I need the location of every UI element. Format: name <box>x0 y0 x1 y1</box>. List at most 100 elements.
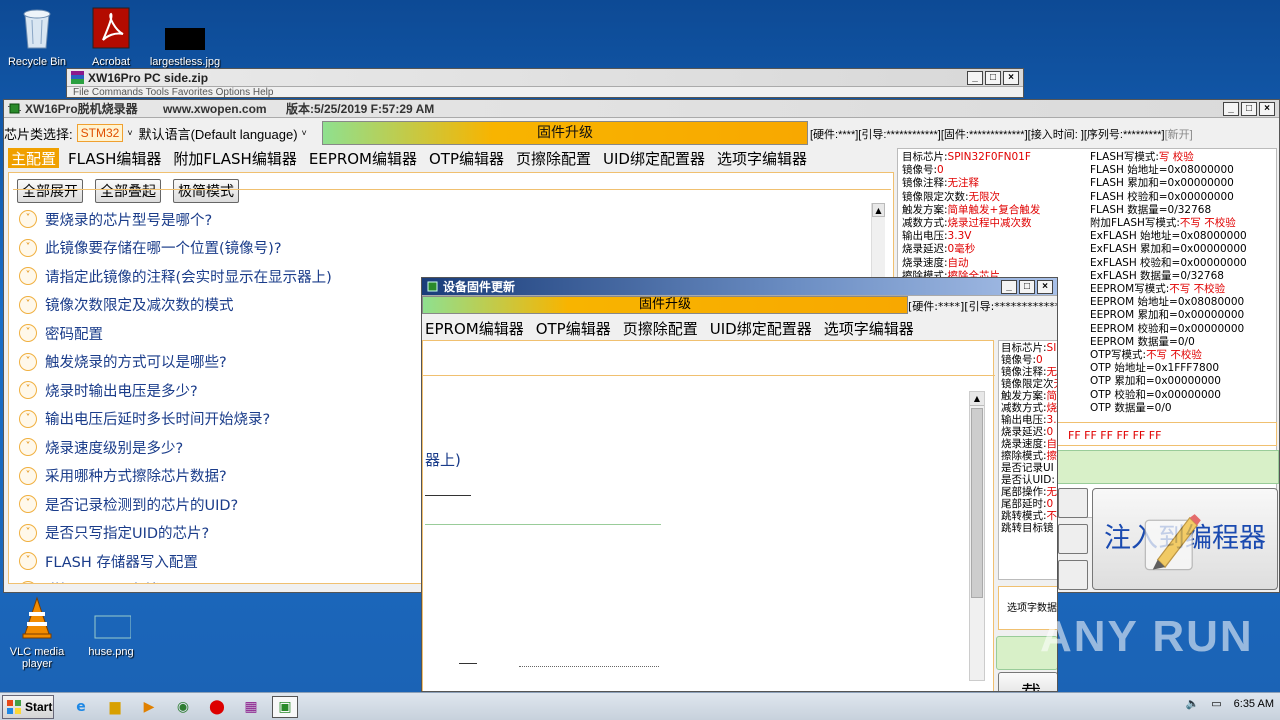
start-button[interactable]: Start <box>2 694 54 719</box>
scroll-up-arrow-icon[interactable]: ▲ <box>970 392 984 406</box>
taskbar-ie[interactable]: e <box>68 696 94 718</box>
network-icon[interactable]: ▭ <box>1211 697 1221 710</box>
summary-key: FLASH 数据量=0/32768 <box>1090 203 1212 216</box>
scrollbar-thumb[interactable] <box>971 408 983 598</box>
taskbar-chrome[interactable]: ◉ <box>170 696 196 718</box>
tab-option-bytes[interactable]: 选项字编辑器 <box>714 148 810 168</box>
tab-uid-binding[interactable]: UID绑定配置器 <box>707 318 815 338</box>
minimize-button[interactable]: _ <box>967 70 983 85</box>
firmware-update-titlebar[interactable]: 设备固件更新 _ □ × <box>422 278 1057 296</box>
start-label: Start <box>25 699 53 714</box>
question-label: 要烧录的芯片型号是哪个? <box>45 212 213 229</box>
tab-flash-editor[interactable]: FLASH编辑器 <box>65 148 164 168</box>
chevron-down-icon[interactable]: ˅ <box>19 552 37 571</box>
maximize-button[interactable]: □ <box>1019 279 1035 294</box>
tab-otp-editor[interactable]: OTP编辑器 <box>533 318 614 338</box>
desktop-icon-image[interactable]: largestless.jpg <box>148 6 222 68</box>
chevron-down-icon[interactable]: ˅ <box>127 128 132 138</box>
close-button[interactable]: × <box>1259 101 1275 116</box>
chevron-down-icon[interactable]: ˅ <box>19 324 37 343</box>
taskbar-media[interactable]: ▶ <box>136 696 162 718</box>
tab-eeprom-editor[interactable]: EEPROM编辑器 <box>306 148 420 168</box>
taskbar-xw16pro[interactable]: ▣ <box>272 695 298 718</box>
desktop-icon-huse[interactable]: huse.png <box>74 596 148 658</box>
chevron-down-icon[interactable]: ˅ <box>19 495 37 514</box>
close-button[interactable]: × <box>1003 70 1019 85</box>
zip-window-titlebar[interactable]: XW16Pro PC side.zip _ □ × <box>67 69 1023 87</box>
chevron-down-icon[interactable]: ˅ <box>19 352 37 371</box>
expand-all-button[interactable]: 全部展开 <box>17 179 83 203</box>
list-item[interactable]: ˅ 此镜像要存储在哪一个位置(镜像号)? <box>19 234 879 263</box>
summary-line: 附加FLASH写模式:不写 不校验 <box>1090 217 1247 230</box>
summary-key: 跳转模式: <box>1001 510 1047 522</box>
minimize-button[interactable]: _ <box>1223 101 1239 116</box>
chevron-down-icon[interactable]: ˅ <box>19 295 37 314</box>
tab-otp-editor[interactable]: OTP编辑器 <box>426 148 507 168</box>
chevron-down-icon[interactable]: ˅ <box>19 409 37 428</box>
tab-option-bytes[interactable]: 选项字编辑器 <box>821 318 917 338</box>
summary-key: 触发方案: <box>1001 390 1047 402</box>
summary-key: 烧录延迟: <box>902 243 948 256</box>
summary-key: 烧录速度: <box>902 256 948 269</box>
chevron-down-icon[interactable]: ˅ <box>19 580 37 583</box>
chevron-down-icon[interactable]: ˅ <box>19 381 37 400</box>
taskbar-winrar[interactable]: ▦ <box>238 696 264 718</box>
load-button[interactable]: 载入 <box>998 672 1057 691</box>
summary-key: EEPROM写模式: <box>1090 283 1170 296</box>
side-button[interactable] <box>1058 488 1088 518</box>
side-button[interactable] <box>1058 524 1088 554</box>
tab-extra-flash-editor[interactable]: 附加FLASH编辑器 <box>170 148 299 168</box>
scroll-up-arrow-icon[interactable]: ▲ <box>872 203 885 217</box>
minimal-mode-button[interactable]: 极简模式 <box>173 179 239 203</box>
summary-line: ExFLASH 数据量=0/32768 <box>1090 270 1247 283</box>
speaker-icon[interactable]: 🔈 <box>1186 697 1200 710</box>
desktop-icon-acrobat[interactable]: Acrobat <box>74 6 148 68</box>
collapse-all-button[interactable]: 全部叠起 <box>95 179 161 203</box>
desktop: Recycle Bin Acrobat largestless.jpg VLC … <box>0 0 1280 692</box>
chevron-down-icon[interactable]: ˅ <box>302 128 307 138</box>
taskbar-opera[interactable]: ⬤ <box>204 696 230 718</box>
main-window-titlebar[interactable]: XW16Pro脱机烧录器 www.xwopen.com 版本:5/25/2019… <box>4 100 1279 118</box>
website-label: www.xwopen.com <box>163 102 267 116</box>
chevron-down-icon[interactable]: ˅ <box>19 523 37 542</box>
desktop-icon-recycle-bin[interactable]: Recycle Bin <box>0 6 74 68</box>
summary-line: FLASH 始地址=0x08000000 <box>1090 164 1247 177</box>
scrollbar[interactable]: ▲ <box>969 391 985 681</box>
side-button[interactable] <box>1058 560 1088 590</box>
vlc-cone-icon <box>22 596 52 639</box>
tab-main-config[interactable]: 主配置 <box>8 148 60 168</box>
close-button[interactable]: × <box>1037 279 1053 294</box>
chevron-down-icon[interactable]: ˅ <box>19 267 37 286</box>
summary-key: 目标芯片: <box>902 151 948 163</box>
zip-window-menu[interactable]: File Commands Tools Favorites Options He… <box>67 87 1023 98</box>
language-select[interactable]: 默认语言(Default language) <box>139 124 298 143</box>
tab-page-erase[interactable]: 页擦除配置 <box>620 318 701 338</box>
inject-to-programmer-button[interactable]: 注入到编程器 <box>1092 488 1278 590</box>
summary-value: 无 <box>1054 378 1058 390</box>
acrobat-icon <box>92 7 130 49</box>
chevron-down-icon[interactable]: ˅ <box>19 210 37 229</box>
chevron-down-icon[interactable]: ˅ <box>19 466 37 485</box>
tab-eeprom-editor[interactable]: EPROM编辑器 <box>422 318 527 338</box>
maximize-button[interactable]: □ <box>1241 101 1257 116</box>
summary-key: ExFLASH 数据量=0/32768 <box>1090 269 1224 282</box>
tab-page-erase[interactable]: 页擦除配置 <box>513 148 594 168</box>
chevron-down-icon[interactable]: ˅ <box>19 238 37 257</box>
summary-line: 烧录延迟:0毫秒 <box>902 243 1040 256</box>
chip-type-select[interactable]: STM32 <box>76 124 124 142</box>
firmware-upgrade-button[interactable]: 固件升级 <box>322 121 808 145</box>
minimize-button[interactable]: _ <box>1001 279 1017 294</box>
zip-window[interactable]: XW16Pro PC side.zip _ □ × File Commands … <box>66 68 1024 98</box>
new-open-link[interactable]: [新开] <box>1165 129 1193 141</box>
summary-line: OTP 始地址=0x1FFF7800 <box>1090 362 1247 375</box>
overlay-firmware-upgrade-button[interactable]: 固件升级 <box>422 296 908 314</box>
clock[interactable]: 6:35 AM <box>1234 698 1274 710</box>
list-item[interactable]: ˅ 要烧录的芯片型号是哪个? <box>19 205 879 234</box>
summary-key: 输出电压: <box>902 230 948 243</box>
maximize-button[interactable]: □ <box>985 70 1001 85</box>
firmware-update-window[interactable]: 设备固件更新 _ □ × 固件升级 [硬件:****][引导:*********… <box>421 277 1058 692</box>
chevron-down-icon[interactable]: ˅ <box>19 438 37 457</box>
taskbar-explorer[interactable]: ▆ <box>102 696 128 718</box>
tab-uid-binding[interactable]: UID绑定配置器 <box>600 148 708 168</box>
desktop-icon-vlc[interactable]: VLC media player <box>0 596 74 670</box>
